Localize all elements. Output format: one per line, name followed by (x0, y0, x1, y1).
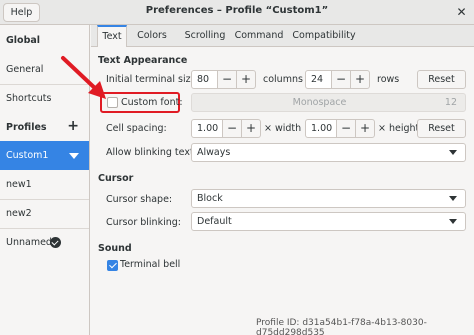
cursor-shape-value: Block (197, 193, 223, 204)
height-increment-button[interactable]: + (355, 119, 375, 138)
profile-label: Custom1 (6, 150, 49, 161)
font-chooser-button[interactable]: Monospace 12 (191, 93, 466, 112)
font-name: Monospace (292, 97, 347, 108)
columns-decrement-button[interactable]: − (217, 70, 237, 89)
profile-id-label: Profile ID: (256, 318, 300, 328)
reset-size-button[interactable]: Reset (417, 70, 466, 89)
tab-colors[interactable]: Colors (133, 25, 171, 46)
tab-command[interactable]: Command (234, 25, 284, 46)
width-increment-button[interactable]: + (241, 119, 261, 138)
cursor-blinking-dropdown[interactable]: Default (191, 212, 466, 231)
sidebar-item-new2[interactable]: new2 (0, 199, 89, 228)
sidebar-heading-global: Global (6, 35, 41, 46)
width-spacing-input[interactable]: 1.00 (191, 119, 223, 138)
cursor-shape-dropdown[interactable]: Block (191, 189, 466, 208)
width-decrement-button[interactable]: − (222, 119, 242, 138)
tab-compatibility[interactable]: Compatibility (291, 25, 357, 46)
custom-font-label: Custom font: (121, 97, 183, 108)
font-size: 12 (444, 97, 457, 108)
profile-label: Unnamed (6, 237, 52, 248)
rows-increment-button[interactable]: + (350, 70, 370, 89)
tab-text[interactable]: Text (97, 25, 127, 47)
chevron-down-icon (449, 219, 457, 224)
sidebar-item-unnamed[interactable]: Unnamed (0, 228, 89, 257)
profile-id: Profile ID: d31a54b1-f78a-4b13-8030-d75d… (256, 318, 474, 335)
blinking-text-value: Always (197, 147, 231, 158)
rows-input[interactable]: 24 (305, 70, 332, 89)
profiles-heading-label: Profiles (6, 122, 47, 133)
add-profile-icon[interactable]: + (67, 113, 79, 140)
annotation-arrow-icon (61, 56, 106, 99)
window-title: Preferences – Profile “Custom1” (145, 5, 329, 16)
columns-label: columns (263, 74, 303, 85)
cursor-blinking-value: Default (197, 216, 232, 227)
blinking-text-dropdown[interactable]: Always (191, 143, 466, 162)
section-cursor: Cursor (98, 173, 134, 184)
chevron-down-icon[interactable] (69, 153, 79, 159)
chevron-down-icon (449, 196, 457, 201)
reset-spacing-button[interactable]: Reset (417, 119, 466, 138)
height-spacing-input[interactable]: 1.00 (305, 119, 337, 138)
tab-bar: Text Colors Scrolling Command Compatibil… (91, 25, 474, 47)
title-bar: Help Preferences – Profile “Custom1” ✕ (0, 0, 474, 25)
blinking-text-label: Allow blinking text: (106, 147, 197, 158)
terminal-bell-checkbox[interactable] (107, 260, 118, 271)
cell-spacing-label: Cell spacing: (106, 123, 167, 134)
sidebar-item-custom1[interactable]: Custom1 (0, 141, 89, 170)
columns-input[interactable]: 80 (191, 70, 218, 89)
height-decrement-button[interactable]: − (336, 119, 356, 138)
columns-increment-button[interactable]: + (236, 70, 256, 89)
width-label: × width (264, 123, 302, 134)
chevron-down-icon (449, 150, 457, 155)
initial-size-label: Initial terminal size: (106, 74, 200, 85)
height-label: × height (378, 123, 420, 134)
sidebar-heading-profiles: Profiles + (0, 113, 89, 142)
default-profile-check-icon (50, 237, 61, 248)
section-sound: Sound (98, 243, 132, 254)
sidebar-item-new1[interactable]: new1 (0, 170, 89, 199)
cursor-shape-label: Cursor shape: (106, 194, 173, 205)
close-icon[interactable]: ✕ (453, 4, 470, 21)
rows-decrement-button[interactable]: − (331, 70, 351, 89)
rows-label: rows (377, 74, 400, 85)
tab-scrolling[interactable]: Scrolling (179, 25, 231, 46)
cursor-blinking-label: Cursor blinking: (106, 217, 181, 228)
section-text-appearance: Text Appearance (98, 55, 188, 66)
terminal-bell-label: Terminal bell (120, 259, 181, 270)
